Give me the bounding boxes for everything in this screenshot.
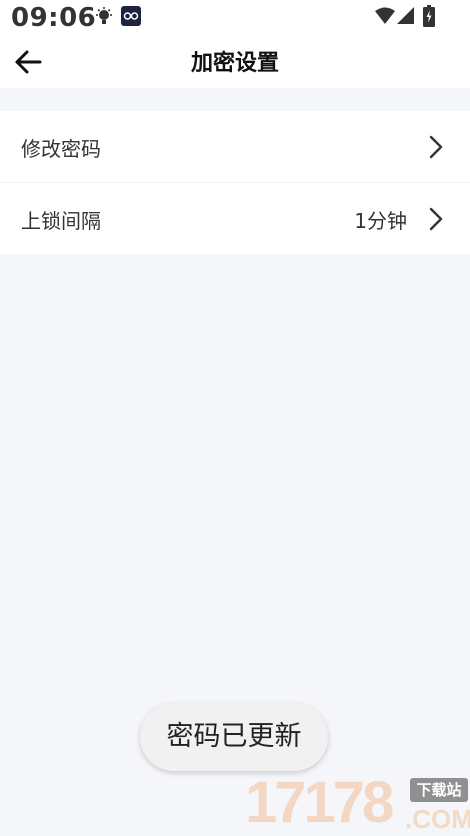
settings-item-label: 修改密码 — [21, 137, 101, 161]
watermark-badge: 下载站 — [410, 778, 468, 802]
lock-interval-value: 1分钟 — [354, 209, 407, 233]
settings-list: 修改密码 上锁间隔 1分钟 — [0, 111, 470, 254]
settings-item-label: 上锁间隔 — [21, 209, 101, 233]
lightbulb-icon — [96, 7, 112, 24]
chevron-right-icon — [429, 135, 443, 159]
watermark-digits: 17178 — [245, 770, 394, 835]
nav-bar: 加密设置 — [0, 36, 470, 88]
settings-item-lock-interval[interactable]: 上锁间隔 1分钟 — [0, 183, 470, 254]
page-title: 加密设置 — [190, 51, 279, 76]
watermark-domain: .COM — [405, 804, 470, 834]
status-time: 09:06 — [11, 3, 97, 33]
settings-item-change-password[interactable]: 修改密码 — [0, 111, 470, 183]
battery-icon — [423, 5, 435, 27]
toast-message: 密码已更新 — [140, 703, 328, 771]
watermark-logo: 17178 下载站 .COM — [245, 770, 470, 836]
signal-icon — [397, 7, 414, 24]
wifi-icon — [375, 7, 395, 24]
status-bar: 09:06 — [0, 0, 470, 36]
app-notification-icon — [121, 6, 141, 26]
chevron-right-icon — [429, 207, 443, 231]
